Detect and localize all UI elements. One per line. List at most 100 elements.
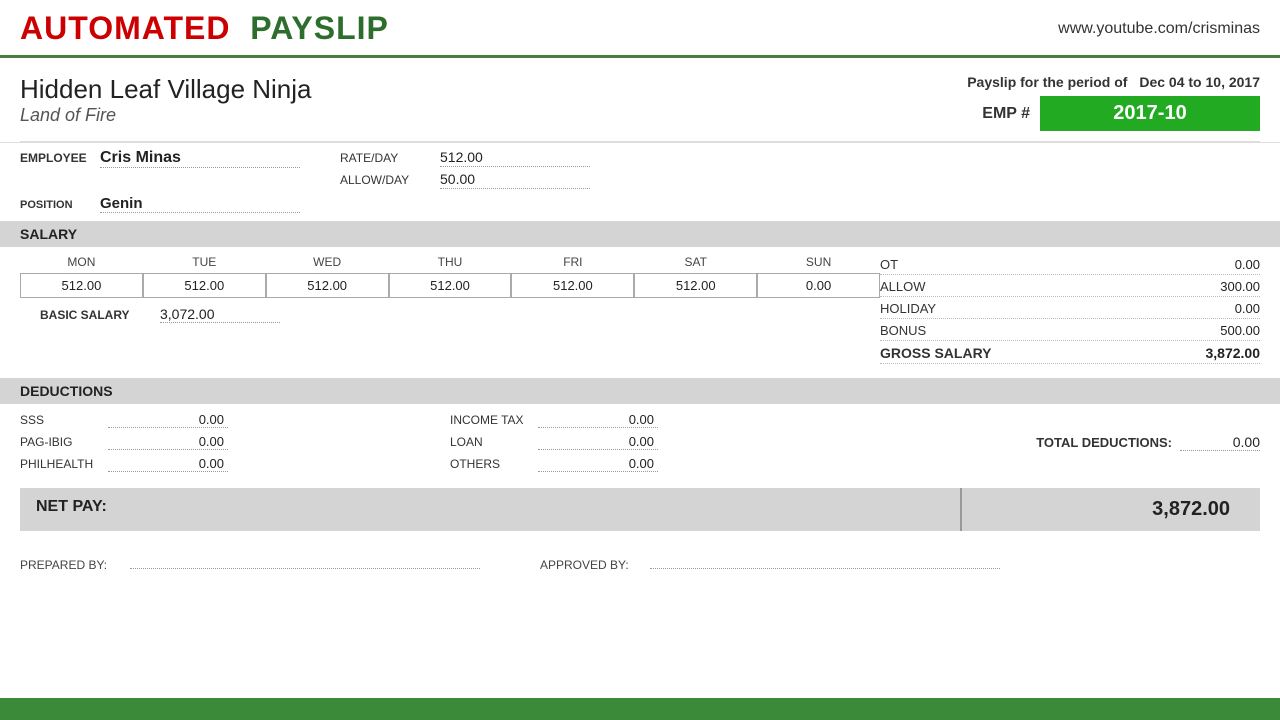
position-label: POSITION	[20, 199, 90, 211]
day-thu-value: 512.00	[389, 273, 512, 298]
days-values: 512.00 512.00 512.00 512.00 512.00 512.0…	[20, 273, 880, 298]
salary-section-header: SALARY	[0, 221, 1280, 247]
allow-salary-value: 300.00	[1180, 279, 1260, 294]
philhealth-row: PHILHEALTH 0.00	[20, 456, 430, 472]
deductions-right: TOTAL DEDUCTIONS: 0.00	[880, 412, 1260, 472]
pagibig-row: PAG-IBIG 0.00	[20, 434, 430, 450]
day-mon-header: MON	[20, 255, 143, 269]
others-value: 0.00	[538, 456, 658, 472]
total-deductions-label: TOTAL DEDUCTIONS:	[1036, 435, 1172, 450]
footer-bar	[0, 698, 1280, 720]
day-tue-header: TUE	[143, 255, 266, 269]
income-tax-value: 0.00	[538, 412, 658, 428]
gross-salary-value: 3,872.00	[1180, 345, 1260, 361]
sss-row: SSS 0.00	[20, 412, 430, 428]
position-value: Genin	[100, 195, 300, 213]
company-name: Hidden Leaf Village Ninja	[20, 74, 312, 105]
holiday-value: 0.00	[1180, 301, 1260, 316]
approved-by-line	[650, 553, 1000, 569]
title-automated-text: AUTOMATED	[20, 10, 230, 46]
total-deductions-row: TOTAL DEDUCTIONS: 0.00	[880, 434, 1260, 451]
payslip-period-section: Payslip for the period of Dec 04 to 10, …	[959, 74, 1260, 131]
website-url: www.youtube.com/crisminas	[1058, 20, 1260, 38]
basic-salary-row: BASIC SALARY 3,072.00	[20, 298, 880, 331]
page-header: AUTOMATED PAYSLIP www.youtube.com/crismi…	[0, 0, 1280, 58]
emp-label: EMP #	[982, 105, 1030, 123]
allow-row: ALLOW/DAY 50.00	[340, 171, 590, 189]
deductions-section-header: DEDUCTIONS	[0, 378, 1280, 404]
philhealth-label: PHILHEALTH	[20, 457, 100, 471]
rate-label: RATE/DAY	[340, 151, 430, 165]
deductions-middle: INCOME TAX 0.00 LOAN 0.00 OTHERS 0.00	[450, 412, 860, 472]
day-fri-value: 512.00	[511, 273, 634, 298]
employee-name-pair: EMPLOYEE Cris Minas	[20, 149, 300, 189]
income-tax-label: INCOME TAX	[450, 413, 530, 427]
company-section: Hidden Leaf Village Ninja Land of Fire P…	[0, 58, 1280, 141]
allow-value: 50.00	[440, 171, 590, 189]
gross-salary-label: GROSS SALARY	[880, 345, 992, 361]
pagibig-label: PAG-IBIG	[20, 435, 100, 449]
salary-right-block: OT 0.00 ALLOW 300.00 HOLIDAY 0.00 BONUS …	[880, 255, 1260, 366]
bonus-row: BONUS 500.00	[880, 321, 1260, 341]
day-sat-header: SAT	[634, 255, 757, 269]
day-sat-value: 512.00	[634, 273, 757, 298]
rate-value: 512.00	[440, 149, 590, 167]
prepared-by-line	[130, 553, 480, 569]
allow-salary-label: ALLOW	[880, 279, 926, 294]
rate-section: RATE/DAY 512.00 ALLOW/DAY 50.00	[340, 149, 590, 189]
others-label: OTHERS	[450, 457, 530, 471]
total-deductions-value: 0.00	[1180, 434, 1260, 451]
income-tax-row: INCOME TAX 0.00	[450, 412, 860, 428]
day-wed-header: WED	[266, 255, 389, 269]
salary-area: MON TUE WED THU FRI SAT SUN 512.00 512.0…	[0, 247, 1280, 374]
employee-name: Cris Minas	[100, 149, 300, 168]
ot-label: OT	[880, 257, 898, 272]
gross-salary-row: GROSS SALARY 3,872.00	[880, 343, 1260, 364]
employee-label: EMPLOYEE	[20, 151, 90, 165]
signatures-section: PREPARED BY: APPROVED BY:	[0, 539, 1280, 586]
position-row: POSITION Genin	[0, 195, 1280, 217]
rate-row: RATE/DAY 512.00	[340, 149, 590, 167]
employee-info-section: EMPLOYEE Cris Minas RATE/DAY 512.00 ALLO…	[0, 142, 1280, 195]
pagibig-value: 0.00	[108, 434, 228, 450]
approved-by: APPROVED BY:	[540, 553, 1000, 572]
holiday-label: HOLIDAY	[880, 301, 936, 316]
sss-label: SSS	[20, 413, 100, 427]
day-thu-header: THU	[389, 255, 512, 269]
bonus-value: 500.00	[1180, 323, 1260, 338]
basic-salary-label: BASIC SALARY	[40, 308, 150, 322]
title-payslip-text: PAYSLIP	[250, 10, 389, 46]
net-pay-row: NET PAY: 3,872.00	[20, 488, 1260, 531]
prepared-by-label: PREPARED BY:	[20, 558, 120, 572]
ot-value: 0.00	[1180, 257, 1260, 272]
deductions-left: SSS 0.00 PAG-IBIG 0.00 PHILHEALTH 0.00	[20, 412, 430, 472]
period-value: Dec 04 to 10, 2017	[1139, 74, 1260, 90]
days-headers: MON TUE WED THU FRI SAT SUN	[20, 255, 880, 269]
day-sun-value: 0.00	[757, 273, 880, 298]
basic-salary-value: 3,072.00	[160, 306, 280, 323]
approved-by-label: APPROVED BY:	[540, 558, 640, 572]
day-fri-header: FRI	[511, 255, 634, 269]
salary-left: MON TUE WED THU FRI SAT SUN 512.00 512.0…	[20, 255, 880, 366]
company-subtitle: Land of Fire	[20, 105, 312, 126]
philhealth-value: 0.00	[108, 456, 228, 472]
allow-salary-row: ALLOW 300.00	[880, 277, 1260, 297]
loan-label: LOAN	[450, 435, 530, 449]
net-pay-label: NET PAY:	[20, 488, 960, 531]
period-label: Payslip for the period of	[967, 74, 1127, 90]
day-mon-value: 512.00	[20, 273, 143, 298]
emp-number-box: 2017-10	[1040, 96, 1260, 131]
loan-value: 0.00	[538, 434, 658, 450]
ot-row: OT 0.00	[880, 255, 1260, 275]
bonus-label: BONUS	[880, 323, 926, 338]
prepared-by: PREPARED BY:	[20, 553, 480, 572]
day-tue-value: 512.00	[143, 273, 266, 298]
sss-value: 0.00	[108, 412, 228, 428]
net-pay-value: 3,872.00	[960, 488, 1260, 531]
emp-number-row: EMP # 2017-10	[959, 96, 1260, 131]
loan-row: LOAN 0.00	[450, 434, 860, 450]
day-sun-header: SUN	[757, 255, 880, 269]
day-wed-value: 512.00	[266, 273, 389, 298]
deductions-area: SSS 0.00 PAG-IBIG 0.00 PHILHEALTH 0.00 I…	[0, 404, 1280, 480]
holiday-row: HOLIDAY 0.00	[880, 299, 1260, 319]
